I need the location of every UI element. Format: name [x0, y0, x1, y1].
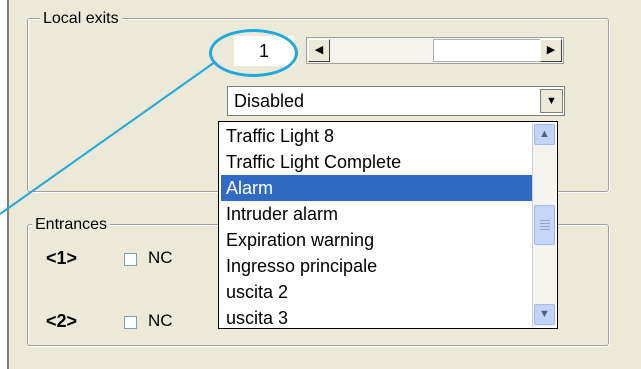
- chevron-up-icon: ▲: [539, 128, 550, 140]
- list-item[interactable]: uscita 2: [221, 279, 533, 305]
- scroll-down-button[interactable]: ▼: [534, 304, 555, 325]
- list-item[interactable]: Ingresso principale: [221, 253, 533, 279]
- dropdown-scrollbar[interactable]: ▲ ▼: [532, 123, 556, 327]
- entrance-1-nc-checkbox[interactable]: [124, 253, 137, 266]
- scroll-thumb[interactable]: [534, 205, 555, 245]
- list-item[interactable]: Expiration warning: [221, 227, 533, 253]
- entrance-2-label: <2>: [46, 311, 78, 331]
- exit-function-dropdown-list[interactable]: Traffic Light 8 Traffic Light Complete A…: [218, 121, 558, 329]
- local-exits-title: Local exits: [40, 10, 122, 28]
- chevron-down-icon: ▼: [539, 308, 550, 320]
- scroll-left-button[interactable]: ◀: [308, 39, 330, 62]
- entrances-title: Entrances: [32, 216, 111, 234]
- exit-scrollbar[interactable]: ◀ ▶: [306, 37, 564, 64]
- exit-function-combo[interactable]: Disabled ▼: [227, 86, 565, 116]
- grip-line: [540, 226, 550, 227]
- callout-ellipse: [209, 29, 298, 77]
- grip-line: [540, 229, 550, 230]
- grip-line: [540, 223, 550, 224]
- list-item[interactable]: Traffic Light 8: [221, 123, 533, 149]
- list-item-selected[interactable]: Alarm: [221, 175, 533, 201]
- list-item[interactable]: Traffic Light Complete: [221, 149, 533, 175]
- grip-line: [540, 220, 550, 221]
- combo-dropdown-button[interactable]: ▼: [540, 89, 563, 113]
- scroll-right-button[interactable]: ▶: [540, 39, 562, 62]
- combo-value: Disabled: [234, 91, 305, 111]
- scroll-left-icon: ◀: [314, 44, 324, 56]
- entrance-1-label: <1>: [46, 248, 78, 268]
- scroll-thumb[interactable]: [433, 39, 543, 62]
- list-item[interactable]: uscita 3: [221, 305, 533, 331]
- chevron-down-icon: ▼: [546, 95, 557, 107]
- list-item[interactable]: Intruder alarm: [221, 201, 533, 227]
- entrance-1-nc-label: NC: [148, 248, 173, 267]
- scroll-right-icon: ▶: [546, 44, 556, 56]
- entrance-2-nc-label: NC: [148, 311, 173, 330]
- entrance-2-nc-checkbox[interactable]: [124, 316, 137, 329]
- scroll-up-button[interactable]: ▲: [534, 124, 555, 145]
